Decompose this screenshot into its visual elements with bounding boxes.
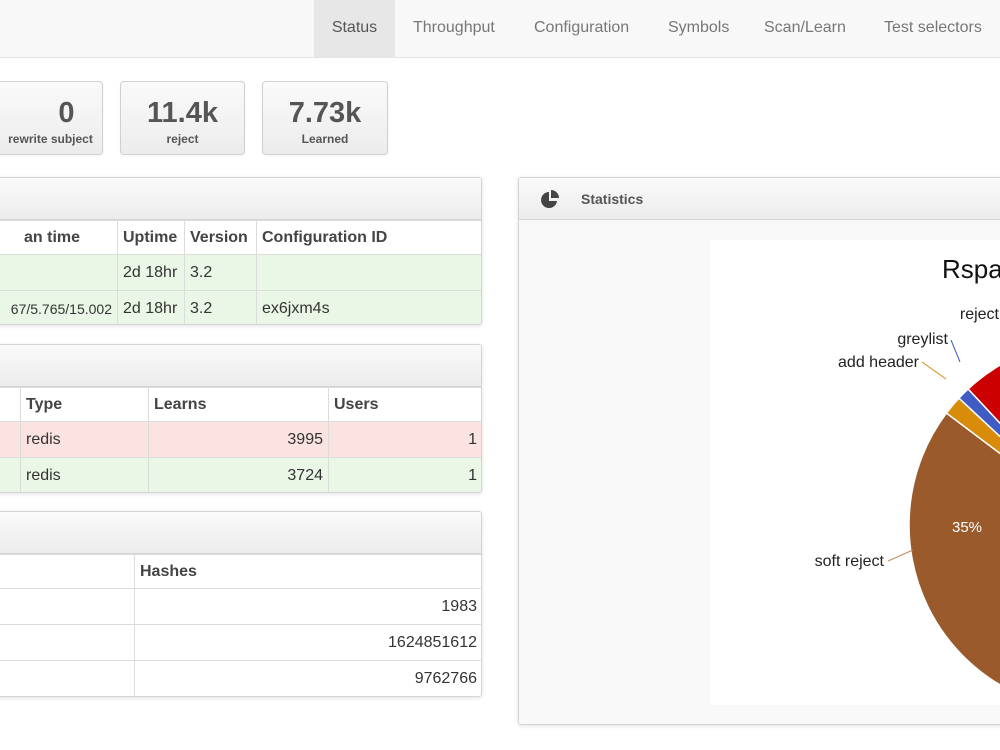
tab-status[interactable]: Status	[314, 0, 395, 57]
widget-label: reject	[166, 132, 199, 146]
table-cell	[0, 588, 135, 625]
pie-chart-icon	[540, 190, 560, 210]
widget-value: 11.4k	[147, 97, 218, 129]
widget-rewrite-subject: 0 rewrite subject	[0, 81, 103, 155]
table-cell	[256, 254, 481, 291]
table-cell: 1624851612	[134, 624, 481, 661]
pie-chart: Rspa reject greylist add header soft reject 3…	[710, 240, 1000, 705]
label-add-header-connector	[921, 361, 947, 380]
pie-chart-svg: Rspa reject greylist add header soft reject 3…	[815, 254, 1000, 686]
widget-learned: 7.73k Learned	[262, 81, 388, 155]
chart-title: Rspa	[942, 254, 1000, 284]
fuzzy-panel: Hashes 1983 1624851612 9762766	[0, 511, 482, 697]
column-header: Uptime	[117, 220, 185, 255]
fuzzy-table: Hashes 1983 1624851612 9762766	[0, 554, 481, 696]
tab-configuration[interactable]: Configuration	[534, 0, 629, 57]
table-cell: 67/5.765/15.002	[0, 290, 118, 324]
table-row: 9762766	[0, 660, 481, 696]
table-row: redis 3724 1	[0, 457, 481, 492]
widget-label: rewrite subject	[8, 132, 93, 146]
servers-panel: an time Uptime Version Configuration ID …	[0, 177, 482, 325]
table-cell	[0, 660, 135, 696]
servers-table: an time Uptime Version Configuration ID …	[0, 220, 481, 324]
table-row: 2d 18hr 3.2	[0, 254, 481, 291]
table-cell: redis	[20, 457, 149, 492]
widget-label: Learned	[301, 132, 349, 146]
panel-title: Statistics	[581, 191, 644, 207]
label-soft-reject-connector	[887, 549, 914, 562]
tab-test-selectors[interactable]: Test selectors	[884, 0, 982, 57]
table-cell: 3995	[148, 421, 329, 458]
top-navbar: Status Throughput Configuration Symbols …	[0, 0, 1000, 58]
table-cell: ex6jxm4s	[256, 290, 481, 324]
column-header: Version	[184, 220, 257, 255]
statistics-panel: Statistics Rspa reject greylist add header s…	[518, 177, 1000, 725]
table-cell	[0, 421, 21, 458]
panel-header: Statistics	[519, 178, 1000, 220]
column-header	[0, 554, 135, 589]
table-cell: 1	[328, 457, 481, 492]
table-row: 1983	[0, 588, 481, 625]
panel-header	[0, 345, 481, 387]
table-cell	[0, 254, 118, 291]
widget-value: 0	[58, 97, 75, 129]
data-label-soft-reject: 35%	[952, 519, 982, 536]
column-header: Configuration ID	[256, 220, 481, 255]
statfiles-panel: Type Learns Users redis 3995 1 redis 372…	[0, 344, 482, 493]
table-cell	[0, 457, 21, 492]
table-cell: 1	[328, 421, 481, 458]
table-cell: 3724	[148, 457, 329, 492]
table-row: 1624851612	[0, 624, 481, 661]
panel-header	[0, 178, 481, 220]
pie-slice-soft-reject	[908, 412, 1000, 686]
table-cell: 3.2	[184, 290, 257, 324]
column-header	[0, 387, 21, 422]
table-row: redis 3995 1	[0, 421, 481, 458]
label-soft-reject: soft reject	[815, 553, 885, 570]
column-header: Learns	[148, 387, 329, 422]
table-cell: 3.2	[184, 254, 257, 291]
table-cell: 2d 18hr	[117, 290, 185, 324]
label-add-header: add header	[838, 354, 920, 371]
tab-scan-learn[interactable]: Scan/Learn	[764, 0, 846, 57]
widget-reject: 11.4k reject	[120, 81, 245, 155]
table-cell: 1983	[134, 588, 481, 625]
label-greylist-connector	[950, 339, 961, 363]
table-cell: 9762766	[134, 660, 481, 696]
column-header: Type	[20, 387, 149, 422]
label-greylist: greylist	[897, 331, 948, 348]
panel-header	[0, 512, 481, 554]
column-header: Hashes	[134, 554, 481, 589]
table-cell	[0, 624, 135, 661]
label-reject: reject	[960, 306, 1000, 323]
table-cell: redis	[20, 421, 149, 458]
tab-throughput[interactable]: Throughput	[413, 0, 495, 57]
tab-symbols[interactable]: Symbols	[668, 0, 729, 57]
column-header: an time	[0, 220, 118, 255]
statfiles-table: Type Learns Users redis 3995 1 redis 372…	[0, 387, 481, 492]
table-cell: 2d 18hr	[117, 254, 185, 291]
table-row: 67/5.765/15.002 2d 18hr 3.2 ex6jxm4s	[0, 290, 481, 324]
column-header: Users	[328, 387, 481, 422]
widget-value: 7.73k	[288, 97, 362, 129]
